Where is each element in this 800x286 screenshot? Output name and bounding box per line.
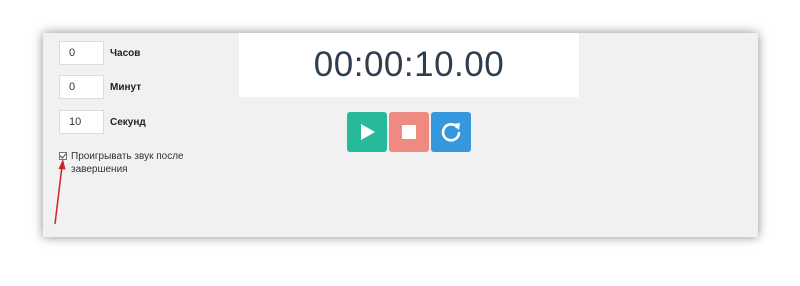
stop-button[interactable] (389, 112, 429, 152)
timer-panel: Часов Минут Секунд Проигрывать звук посл… (43, 33, 758, 237)
reset-button[interactable] (431, 112, 471, 152)
reset-icon (441, 123, 461, 142)
minutes-input[interactable] (59, 75, 104, 99)
sound-option: Проигрывать звук после завершения (59, 150, 191, 176)
minutes-label: Минут (110, 81, 142, 93)
seconds-input[interactable] (59, 110, 104, 134)
play-icon (361, 124, 375, 140)
timer-readout: 00:00:10.00 (313, 45, 505, 84)
seconds-row: Секунд (59, 109, 146, 135)
play-button[interactable] (347, 112, 387, 152)
seconds-label: Секунд (110, 116, 146, 128)
sound-checkbox[interactable] (59, 152, 67, 160)
hours-label: Часов (110, 47, 141, 59)
stop-icon (402, 125, 416, 139)
hours-row: Часов (59, 40, 140, 66)
timer-display: 00:00:10.00 (239, 33, 579, 97)
sound-checkbox-label: Проигрывать звук после завершения (71, 151, 184, 175)
minutes-row: Минут (59, 74, 141, 100)
hours-input[interactable] (59, 41, 104, 65)
